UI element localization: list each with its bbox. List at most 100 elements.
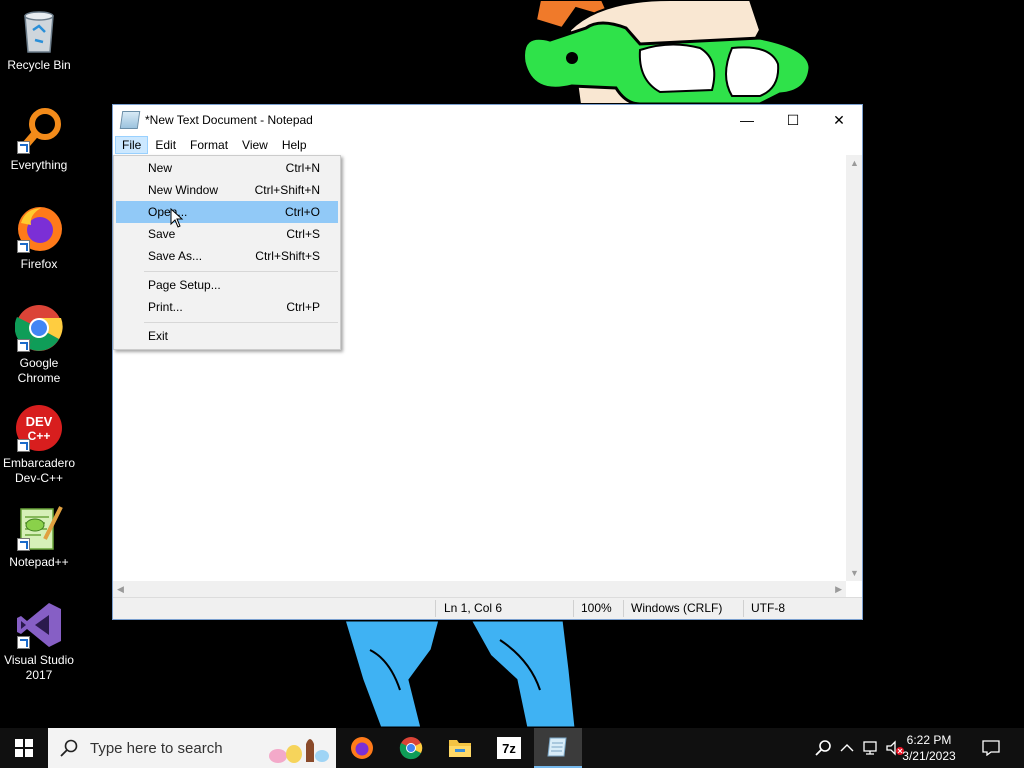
menu-item-shortcut: Ctrl+N [285,161,320,175]
menu-separator [144,322,338,323]
taskbar-7zip[interactable]: 7z [485,728,533,768]
chrome-icon [14,304,63,352]
menu-help[interactable]: Help [275,136,314,154]
menu-item-label: Page Setup... [148,278,221,292]
menu-item-label: New [148,161,173,175]
menu-file[interactable]: File [115,136,149,154]
svg-text:C++: C++ [28,429,51,443]
desktop-icon-label: Google Chrome [17,356,61,385]
desktop-icon-devcpp[interactable]: DEV C++ Embarcadero Dev-C++ [0,404,78,486]
status-line-endings: Windows (CRLF) [631,601,723,615]
devcpp-icon: DEV C++ [15,404,63,452]
desktop-icon-label: Notepad++ [9,555,69,569]
wallpaper-cartoon [522,0,812,104]
shortcut-arrow-icon [17,339,30,352]
menu-item-shortcut: Ctrl+Shift+N [254,183,320,197]
menu-item-open[interactable]: Open... Ctrl+O [116,201,338,223]
shortcut-arrow-icon [17,636,30,649]
desktop-icon-label: Firefox [20,257,58,271]
search-placeholder: Type here to search [90,739,223,757]
menu-view[interactable]: View [235,136,275,154]
scroll-left-arrow-icon[interactable]: ◀ [117,584,124,595]
windows-logo-icon [15,739,33,757]
file-explorer-icon [449,740,471,757]
wallpaper-legs [342,620,578,730]
close-button[interactable]: ✕ [816,105,862,135]
menu-item-page-setup[interactable]: Page Setup... [116,274,338,296]
horizontal-scrollbar[interactable]: ◀ ▶ [113,581,846,598]
menu-item-save-as[interactable]: Save As... Ctrl+Shift+S [116,245,338,267]
maximize-button[interactable]: ☐ [770,105,816,135]
start-button[interactable] [0,728,48,768]
scroll-down-arrow-icon[interactable]: ▼ [850,568,859,578]
menu-item-new-window[interactable]: New Window Ctrl+Shift+N [116,179,338,201]
firefox-icon [351,737,373,759]
desktop-icon-chrome[interactable]: Google Chrome [0,304,78,386]
desktop-icon-visual-studio[interactable]: Visual Studio 2017 [0,601,78,683]
desktop-icon-label: Embarcadero Dev-C++ [2,456,76,485]
window-title: *New Text Document - Notepad [145,113,313,127]
menu-item-label: Exit [148,329,169,343]
tray-search-icon[interactable] [812,728,836,768]
menu-item-shortcut: Ctrl+S [286,227,320,241]
search-highlight-eggs-icon [269,739,329,763]
menu-separator [144,271,338,272]
title-bar[interactable]: *New Text Document - Notepad — ☐ ✕ [113,105,862,135]
desktop-icon-firefox[interactable]: Firefox [0,205,78,272]
desktop-icon-notepadpp[interactable]: Notepad++ [0,503,78,570]
menu-item-shortcut: Ctrl+P [286,300,320,314]
menu-item-print[interactable]: Print... Ctrl+P [116,296,338,318]
taskbar: Type here to search 7z 6:22 PM 3/21/2023 [0,728,1024,768]
notepad-icon [547,737,567,757]
firefox-icon [15,205,63,253]
shortcut-arrow-icon [17,538,30,551]
menu-item-new[interactable]: New Ctrl+N [116,157,338,179]
menu-item-label: Print... [148,300,183,314]
vertical-scrollbar[interactable]: ▲ ▼ [846,155,862,581]
desktop-icon-recycle-bin[interactable]: Recycle Bin [0,6,78,73]
status-bar: Ln 1, Col 6 100% Windows (CRLF) UTF-8 [113,597,862,619]
svg-text:DEV: DEV [26,414,53,429]
everything-search-icon [15,106,63,154]
desktop-icon-label: Recycle Bin [7,58,71,72]
clock-time: 6:22 PM [906,733,952,747]
taskbar-firefox[interactable] [338,728,386,768]
scroll-up-arrow-icon[interactable]: ▲ [850,158,859,168]
status-position: Ln 1, Col 6 [444,601,503,615]
notification-center-icon[interactable] [976,728,1006,768]
menu-item-label: Save As... [148,249,203,263]
menu-bar: File Edit Format View Help [113,135,862,155]
show-hidden-icons-chevron-icon[interactable] [838,728,856,768]
notepadpp-icon [15,503,63,551]
desktop-icon-label: Visual Studio 2017 [4,653,74,682]
notepad-icon [119,111,141,129]
chrome-icon [399,737,423,760]
mouse-cursor-icon [170,208,184,228]
menu-item-shortcut: Ctrl+Shift+S [255,249,320,263]
menu-item-label: New Window [148,183,219,197]
menu-edit[interactable]: Edit [148,136,183,154]
taskbar-search-box[interactable]: Type here to search [48,728,336,768]
status-encoding: UTF-8 [751,601,785,615]
status-zoom: 100% [581,601,612,615]
desktop-icon-label: Everything [10,158,68,172]
menu-item-exit[interactable]: Exit [116,325,338,347]
taskbar-notepad[interactable] [534,728,582,768]
clock-date: 3/21/2023 [902,749,956,763]
7zip-icon: 7z [497,737,521,759]
search-icon [60,739,78,757]
menu-item-label: Save [148,227,176,241]
menu-format[interactable]: Format [183,136,235,154]
taskbar-chrome[interactable] [387,728,435,768]
desktop-icon-everything[interactable]: Everything [0,106,78,173]
network-icon[interactable] [860,728,882,768]
shortcut-arrow-icon [17,240,30,253]
taskbar-file-explorer[interactable] [436,728,484,768]
minimize-button[interactable]: — [724,105,770,135]
menu-item-shortcut: Ctrl+O [284,205,320,219]
menu-item-save[interactable]: Save Ctrl+S [116,223,338,245]
shortcut-arrow-icon [17,141,30,154]
recycle-bin-icon [15,6,63,54]
taskbar-clock[interactable]: 6:22 PM 3/21/2023 [894,732,964,764]
scroll-right-arrow-icon[interactable]: ▶ [835,584,842,595]
